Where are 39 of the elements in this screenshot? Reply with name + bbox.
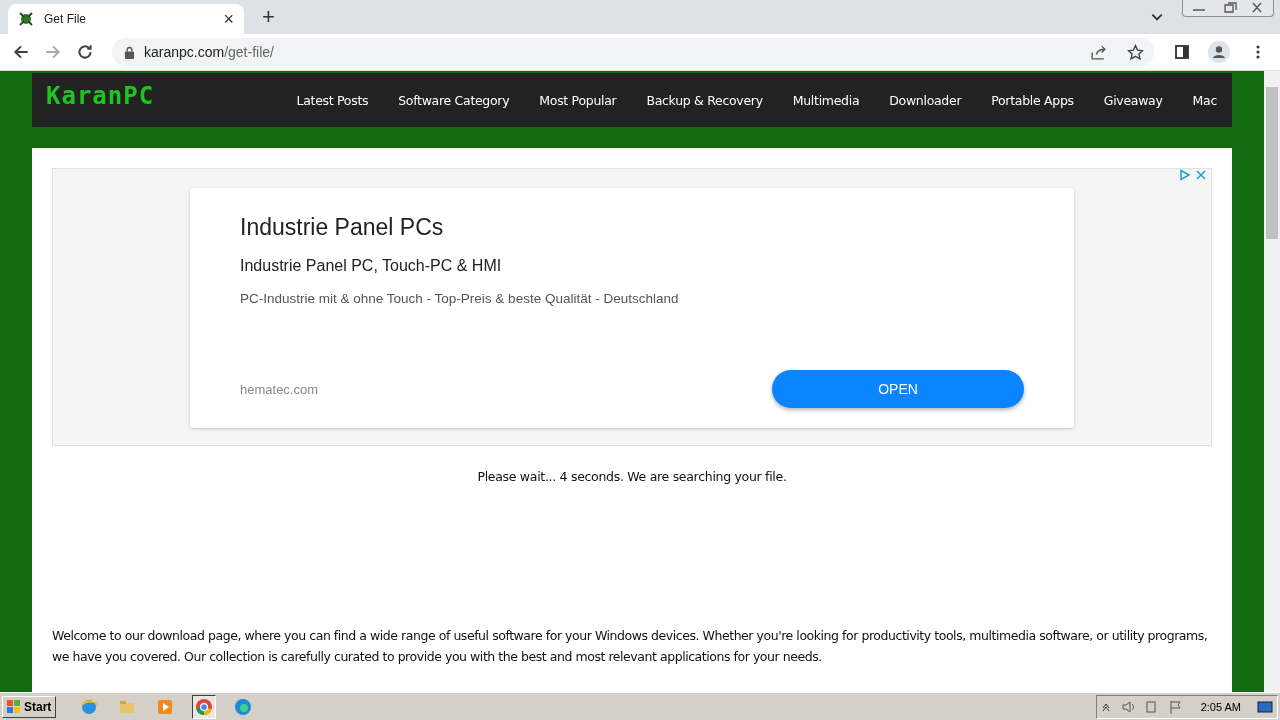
back-arrow-icon[interactable] <box>12 43 30 61</box>
close-tab-button[interactable]: × <box>223 8 234 30</box>
clock[interactable]: 2:05 AM <box>1200 700 1241 713</box>
side-panel-icon[interactable] <box>1174 44 1190 60</box>
window-controls[interactable] <box>1182 0 1274 17</box>
play-icon[interactable] <box>1179 169 1191 181</box>
nav-link[interactable]: Portable Apps <box>991 92 1074 108</box>
close-icon[interactable] <box>1195 169 1207 181</box>
open-button[interactable]: OPEN <box>772 370 1024 408</box>
new-tab-button[interactable]: + <box>262 4 275 30</box>
bug-icon <box>18 11 34 27</box>
site-logo[interactable]: KaranPC <box>46 82 155 110</box>
nav-link[interactable]: Software Category <box>398 92 510 108</box>
profile-icon[interactable] <box>1208 41 1230 63</box>
nav-link[interactable]: Mac <box>1192 92 1217 108</box>
address-bar[interactable]: karanpc.com/get-file/ <box>112 38 1154 66</box>
tab-title: Get File <box>44 12 87 26</box>
nav-link[interactable]: Downloader <box>889 92 962 108</box>
wait-message: Please wait... 4 seconds. We are searching your file. <box>476 469 788 484</box>
ad-description: PC-Industrie mit & ohne Touch - Top-Preis & beste Qualität - Deutschland <box>240 291 680 306</box>
nav-link[interactable]: Multimedia <box>792 92 860 108</box>
nav-link[interactable]: Giveaway <box>1103 92 1163 108</box>
ad-domain: hematec.com <box>240 381 319 397</box>
show-desktop-icon[interactable] <box>1257 699 1273 714</box>
share-icon[interactable] <box>1090 43 1107 61</box>
intro-paragraph: Welcome to our download page, where you can find a wide range of useful software for your Windows devices. Whether you're looking for productivity tools, multimedia software, or utility programs, we have you covered. Our collection is carefully curated to provide you with the best and most relevant applications for your needs. <box>52 627 1209 666</box>
nav-link[interactable]: Latest Posts <box>296 92 369 108</box>
url-text: karanpc.com/get-file/ <box>144 44 274 60</box>
scrollbar[interactable] <box>1264 71 1280 692</box>
browser-tab[interactable]: Get File × <box>8 4 244 34</box>
nav-link[interactable]: Most Popular <box>539 92 617 108</box>
flag-icon <box>7 699 21 714</box>
reload-icon[interactable] <box>76 43 94 61</box>
ad-subtitle: Industrie Panel PC, Touch-PC & HMI <box>240 257 503 275</box>
start-button[interactable]: Start <box>2 695 57 718</box>
nav-link[interactable]: Backup & Recovery <box>646 92 763 108</box>
star-icon[interactable] <box>1127 43 1144 61</box>
lock-icon <box>124 45 135 59</box>
ad-title: Industrie Panel PCs <box>240 214 445 241</box>
